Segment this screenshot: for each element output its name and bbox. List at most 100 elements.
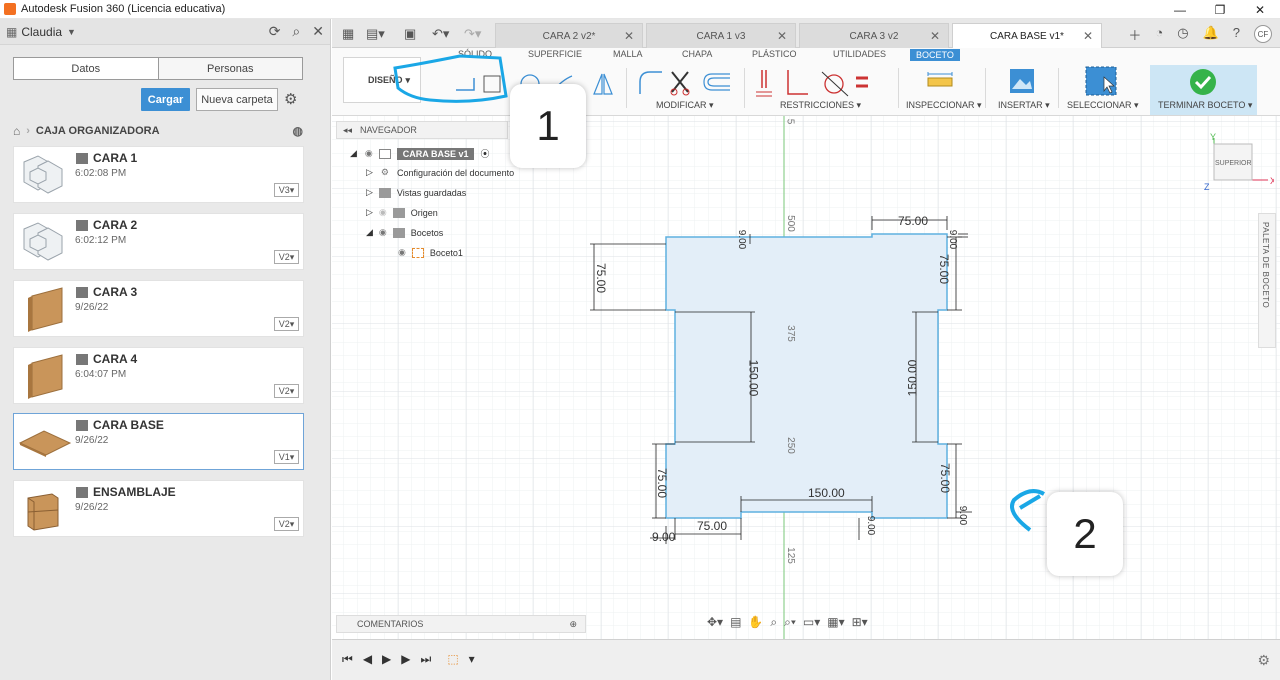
version-dropdown[interactable]: V2▾ (274, 250, 299, 264)
measure-tool-icon[interactable] (926, 68, 956, 96)
browser-item-document-settings[interactable]: ▷ ⚙ Configuración del documento (366, 167, 514, 178)
tab-cara-2[interactable]: CARA 2 v2* ✕ (495, 23, 643, 48)
extensions-icon[interactable]: ◔ (1155, 25, 1163, 44)
minimize-button[interactable]: — (1160, 0, 1200, 19)
file-menu-icon[interactable]: ▤▾ (366, 26, 385, 42)
fit-icon[interactable]: ⌕▾ (784, 615, 796, 630)
dimension-label[interactable]: 150.00 (746, 360, 760, 397)
eye-icon[interactable]: ◉ (365, 148, 373, 159)
avatar[interactable]: CF (1254, 25, 1272, 43)
finish-sketch-button[interactable]: TERMINAR BOCETO ▾ (1150, 65, 1257, 115)
dimension-label[interactable]: 9.00 (652, 530, 675, 544)
grid-settings-icon[interactable]: ▦▾ (827, 615, 844, 630)
active-radio-icon[interactable]: ⦿ (480, 147, 489, 160)
equal-constraint-icon[interactable] (856, 76, 868, 88)
dimension-label[interactable]: 75.00 (655, 468, 669, 498)
close-button[interactable]: ✕ (1240, 0, 1280, 19)
sketch-feature-icon[interactable]: ⬚ (447, 652, 458, 667)
select-menu[interactable]: SELECCIONAR ▾ (1067, 100, 1139, 111)
version-dropdown[interactable]: V2▾ (274, 317, 299, 331)
expand-icon[interactable]: ◢ (350, 148, 357, 159)
dimension-label[interactable]: 9.00 (957, 506, 968, 525)
close-tab-icon[interactable]: ✕ (1083, 29, 1093, 43)
tab-cara-3[interactable]: CARA 3 v2 ✕ (799, 23, 949, 48)
trim-tool-icon[interactable] (670, 71, 690, 96)
comments-panel[interactable]: COMENTARIOS ⊕ (336, 615, 586, 633)
expand-icon[interactable]: ▷ (366, 207, 373, 218)
dimension-label[interactable]: 75.00 (938, 463, 952, 493)
file-card-cara-2[interactable]: CARA 2 6:02:12 PM V2▾ (13, 213, 304, 270)
insert-image-icon[interactable] (1008, 67, 1036, 95)
dimension-label[interactable]: 75.00 (937, 254, 951, 284)
display-settings-icon[interactable]: ▭▾ (803, 615, 820, 630)
job-status-icon[interactable]: ◷ (1177, 25, 1188, 44)
sketch-canvas[interactable]: 5 500 375 250 125 75.00 75.00 75.00 150.… (332, 116, 1280, 639)
browser-header[interactable]: ◂◂ NAVEGADOR (336, 121, 508, 139)
dimension-label[interactable]: 150.00 (905, 360, 919, 397)
file-card-cara-1[interactable]: CARA 1 6:02:08 PM V3▾ (13, 146, 304, 203)
version-dropdown[interactable]: V2▾ (274, 517, 299, 531)
tangent-constraint-icon[interactable] (821, 71, 849, 97)
rectangle-tool-icon[interactable] (483, 75, 501, 93)
version-dropdown[interactable]: V3▾ (274, 183, 299, 197)
dimension-label[interactable]: 150.00 (808, 486, 845, 500)
inspect-menu[interactable]: INSPECCIONAR ▾ (906, 100, 982, 111)
project-name[interactable]: CAJA ORGANIZADORA (36, 125, 160, 137)
close-tab-icon[interactable]: ✕ (930, 29, 940, 43)
undo-icon[interactable]: ↶▾ (432, 26, 449, 42)
fillet-tool-icon[interactable] (639, 71, 662, 94)
expand-icon[interactable]: ▷ (366, 167, 373, 178)
file-card-cara-base[interactable]: CARA BASE 9/26/22 V1▾ (13, 413, 304, 470)
user-name[interactable]: Claudia (21, 25, 62, 39)
browser-item-sketch1[interactable]: ◉ Boceto1 (398, 247, 463, 258)
redo-icon[interactable]: ↷▾ (464, 26, 481, 42)
dimension-label[interactable]: 75.00 (594, 263, 608, 293)
version-dropdown[interactable]: V2▾ (274, 384, 299, 398)
dimension-label[interactable]: 9.00 (865, 516, 876, 535)
browser-item-sketches[interactable]: ◢ ◉ Bocetos (366, 227, 443, 238)
insert-menu[interactable]: INSERTAR ▾ (998, 100, 1050, 111)
expand-icon[interactable]: ▷ (366, 187, 373, 198)
dimension-label[interactable]: 9.00 (947, 230, 958, 249)
timeline-settings-icon[interactable]: ⚙ (1257, 652, 1270, 669)
close-tab-icon[interactable]: ✕ (777, 29, 787, 43)
tab-cara-1[interactable]: CARA 1 v3 ✕ (646, 23, 796, 48)
file-card-ensamblaje[interactable]: ENSAMBLAJE 9/26/22 V2▾ (13, 480, 304, 537)
viewcube-label[interactable]: SUPERIOR (1215, 160, 1252, 167)
go-to-start-icon[interactable]: ⏮ (342, 652, 353, 667)
maximize-button[interactable]: ❐ (1200, 0, 1240, 19)
browser-root[interactable]: ◢ ◉ CARA BASE v1 ⦿ (350, 147, 489, 160)
pan-icon[interactable]: ✋ (748, 615, 763, 630)
notifications-icon[interactable]: 🔔 (1203, 25, 1219, 44)
collapse-icon[interactable]: ◂◂ (343, 125, 352, 136)
eye-icon[interactable]: ◉ (379, 207, 387, 218)
team-grid-icon[interactable]: ▦ (6, 25, 17, 39)
upload-button[interactable]: Cargar (141, 88, 190, 111)
version-dropdown[interactable]: V1▾ (274, 450, 299, 464)
viewports-icon[interactable]: ⊞▾ (852, 615, 868, 630)
close-tab-icon[interactable]: ✕ (624, 29, 634, 43)
tab-personas[interactable]: Personas (159, 58, 303, 79)
grid-menu-icon[interactable]: ▦ (342, 26, 354, 42)
close-panel-icon[interactable]: ✕ (312, 23, 324, 40)
tab-superficie[interactable]: SUPERFICIE (528, 49, 582, 59)
constraints-menu[interactable]: RESTRICCIONES ▾ (780, 100, 861, 111)
expand-icon[interactable]: ◢ (366, 227, 373, 238)
globe-settings-icon[interactable]: ◍ (293, 124, 303, 138)
coincident-constraint-icon[interactable] (756, 70, 772, 97)
tab-datos[interactable]: Datos (14, 58, 159, 79)
tab-boceto[interactable]: BOCETO (910, 49, 960, 61)
browser-item-origin[interactable]: ▷ ◉ Origen (366, 207, 438, 218)
select-tool-icon[interactable] (1084, 65, 1118, 97)
eye-icon[interactable]: ◉ (379, 227, 387, 238)
tab-solido[interactable]: SÓLIDO (458, 49, 492, 59)
home-icon[interactable]: ⌂ (13, 124, 20, 138)
step-back-icon[interactable]: ◀ (363, 652, 372, 667)
play-icon[interactable]: ▶ (382, 652, 391, 667)
perpendicular-constraint-icon[interactable] (787, 70, 808, 95)
sketch-viewport[interactable] (332, 116, 1280, 639)
modify-menu[interactable]: MODIFICAR ▾ (656, 100, 714, 111)
timeline-marker-icon[interactable]: ▾ (469, 652, 475, 667)
tab-plastico[interactable]: PLÁSTICO (752, 49, 797, 59)
new-folder-button[interactable]: Nueva carpeta (196, 88, 278, 111)
